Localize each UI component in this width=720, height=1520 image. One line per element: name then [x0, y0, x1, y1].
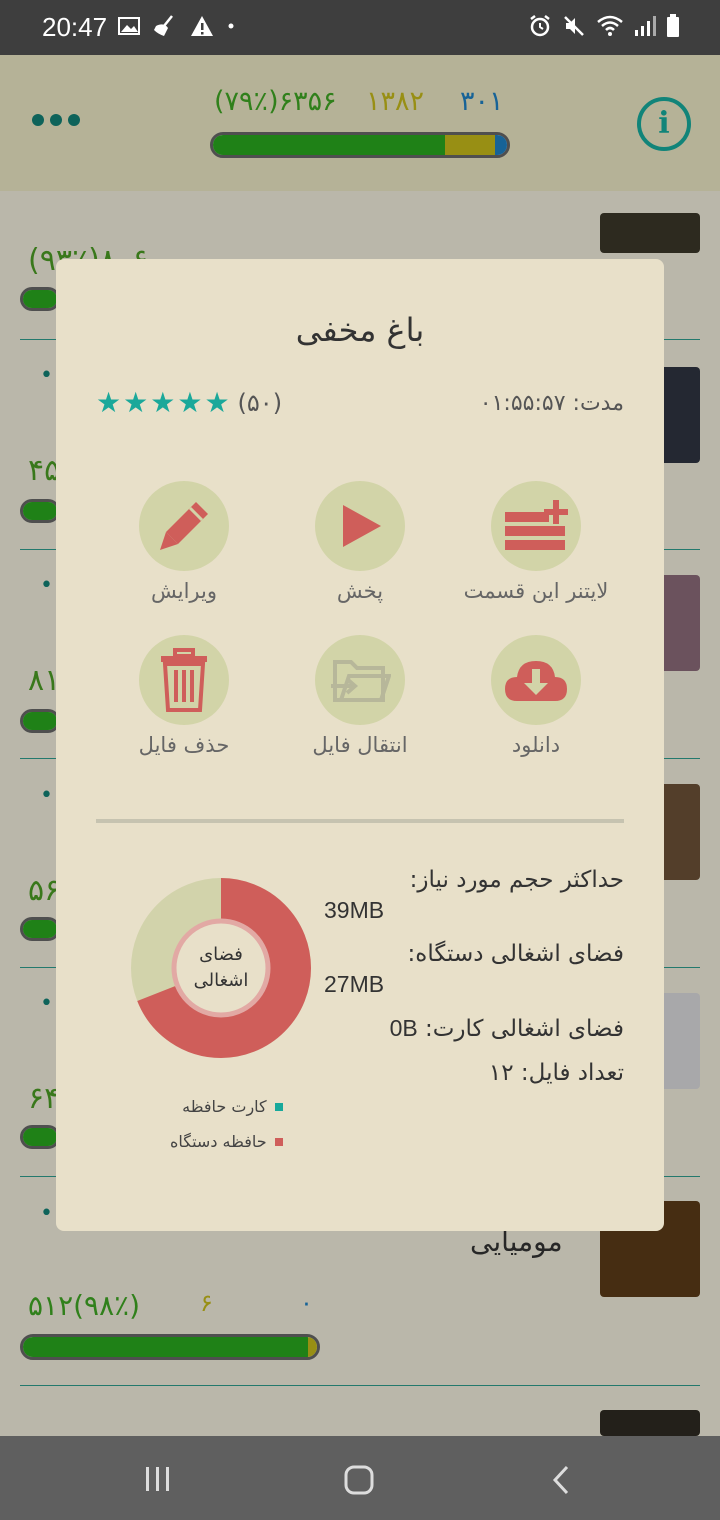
legend-label: حافظه دستگاه [170, 1132, 267, 1151]
legend-label: کارت حافظه [182, 1097, 267, 1116]
max-size-value: 39MB [324, 897, 385, 923]
action-label: پخش [336, 579, 384, 603]
home-icon[interactable] [343, 1464, 375, 1496]
play-icon [343, 505, 381, 547]
action-label: دانلود [511, 733, 561, 757]
play-button[interactable]: پخش [270, 481, 450, 603]
card-usage-label: فضای اشغالی کارت: [425, 1016, 624, 1042]
storage-info: حداکثر حجم مورد نیاز: 39MB فضای اشغالی د… [324, 865, 624, 1088]
cloud-download-icon [505, 661, 567, 701]
star-icon: ★ [204, 386, 230, 419]
star-icon: ★ [96, 386, 122, 419]
rating-stars: ★ ★ ★ ★ ★ [96, 387, 230, 419]
action-label: انتقال فایل [312, 733, 408, 757]
warning-icon [191, 16, 213, 36]
legend-swatch [274, 1102, 283, 1111]
duration: مدت: ۰۱:۵۵:۵۷ [480, 391, 624, 416]
status-time: 20:47 [42, 12, 108, 42]
move-file-button[interactable]: انتقال فایل [270, 635, 450, 757]
dialog-divider [96, 819, 624, 823]
status-bar: 20:47 [0, 0, 720, 55]
alarm-icon [530, 15, 550, 37]
legend-item-device: حافظه دستگاه [170, 1132, 283, 1151]
pencil-icon [160, 502, 208, 550]
back-icon[interactable] [550, 1464, 572, 1496]
donut-center-line1: فضای [199, 944, 243, 965]
dot-icon [228, 23, 234, 29]
action-label: ویرایش [150, 579, 218, 603]
card-usage: فضای اشغالی کارت: 0B [324, 1013, 624, 1044]
wifi-icon [597, 15, 623, 36]
edit-button[interactable]: ویرایش [94, 481, 274, 603]
legend-swatch [274, 1137, 283, 1146]
device-usage-label: فضای اشغالی دستگاه: [407, 941, 624, 967]
star-icon: ★ [150, 386, 176, 419]
duration-value: ۰۱:۵۵:۵۷ [479, 391, 566, 416]
file-count: تعداد فایل: ۱۲ [324, 1058, 624, 1088]
episode-dialog: باغ مخفی مدت: ۰۱:۵۵:۵۷ ★ ★ ★ ★ ★ (۵۰) لایتنر… [56, 259, 664, 1231]
star-icon: ★ [177, 386, 203, 419]
action-label: لایتنر این قسمت [463, 579, 609, 603]
add-list-icon [505, 500, 568, 550]
broom-icon [154, 15, 173, 36]
max-size-label: حداکثر حجم مورد نیاز: [409, 867, 624, 893]
device-usage-value: 27MB [324, 971, 385, 997]
rating[interactable]: ★ ★ ★ ★ ★ (۵۰) [96, 387, 282, 419]
trash-icon [161, 648, 207, 712]
storage-donut-chart: فضای اشغالی [130, 877, 312, 1059]
star-icon: ★ [123, 386, 149, 419]
leitner-button[interactable]: لایتنر این قسمت [446, 481, 626, 603]
recent-apps-icon[interactable] [144, 1466, 172, 1492]
rating-count: (۵۰) [237, 389, 283, 417]
donut-center-line2: اشغالی [193, 970, 249, 991]
delete-file-button[interactable]: حذف فایل [94, 635, 274, 757]
file-count-value: ۱۲ [488, 1060, 514, 1086]
folder-move-icon [331, 660, 391, 702]
signal-icon [635, 16, 656, 36]
card-usage-value: 0B [389, 1015, 418, 1041]
download-button[interactable]: دانلود [446, 635, 626, 757]
duration-label: مدت: [572, 391, 624, 416]
image-icon [118, 17, 140, 35]
mute-icon [564, 16, 584, 36]
legend-item-card: کارت حافظه [170, 1097, 283, 1116]
battery-icon [667, 14, 679, 37]
file-count-label: تعداد فایل: [520, 1060, 624, 1086]
action-label: حذف فایل [138, 733, 230, 757]
dialog-title: باغ مخفی [295, 311, 425, 349]
navigation-bar [0, 1436, 720, 1520]
chart-legend: کارت حافظه حافظه دستگاه [170, 1097, 283, 1167]
